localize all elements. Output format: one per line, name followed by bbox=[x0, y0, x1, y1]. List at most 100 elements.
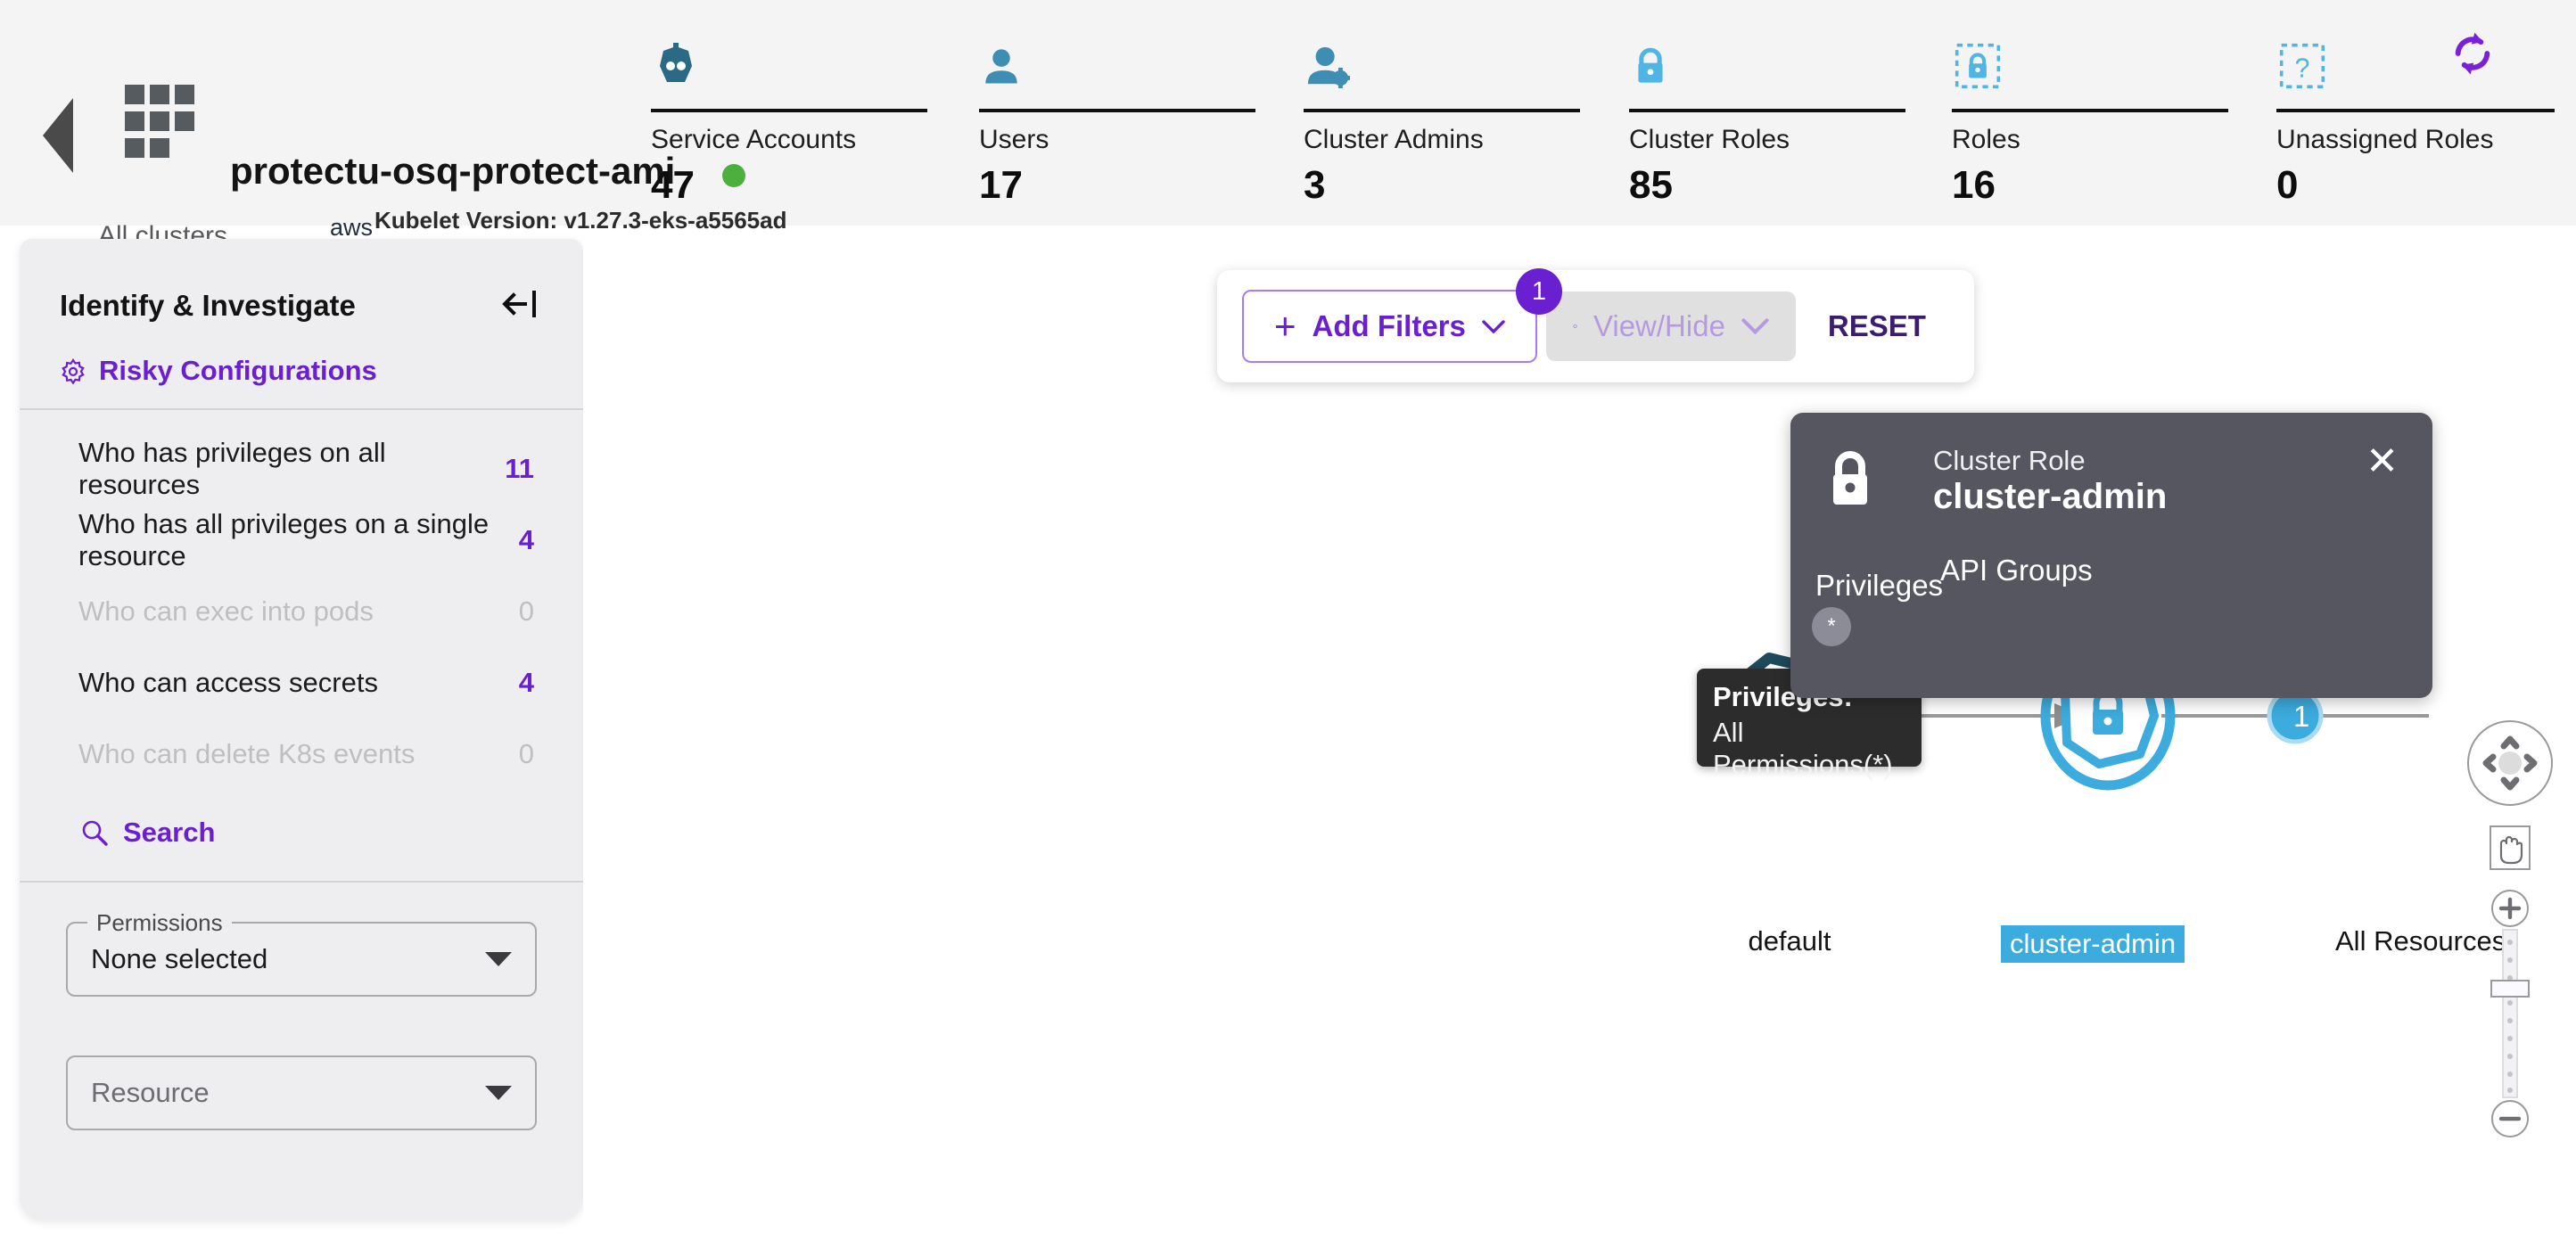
list-item-count: 0 bbox=[518, 738, 534, 769]
sidebar-item-delete-k8s-events[interactable]: Who can delete K8s events 0 bbox=[20, 719, 583, 790]
stat-label: Roles bbox=[1952, 125, 2020, 154]
sidebar-search-toggle[interactable]: Search bbox=[20, 790, 583, 881]
refresh-icon[interactable] bbox=[2448, 29, 2498, 78]
stat-value: 16 bbox=[1952, 163, 1996, 207]
lock-icon bbox=[1833, 451, 1867, 505]
list-item-label: Who can access secrets bbox=[78, 667, 378, 698]
svg-text:?: ? bbox=[2295, 53, 2310, 84]
info-panel-privileges-label: Privileges bbox=[1815, 569, 1944, 602]
sidebar-question-list: Who has privileges on all resources 11 W… bbox=[20, 410, 583, 790]
chevron-down-icon bbox=[1482, 319, 1505, 333]
risky-configurations-label: Risky Configurations bbox=[99, 355, 377, 386]
permissions-select[interactable]: Permissions None selected bbox=[66, 909, 537, 997]
chevron-down-icon bbox=[1741, 318, 1769, 334]
question-dashed-icon: ? bbox=[2279, 43, 2325, 89]
permissions-legend: Permissions bbox=[87, 909, 232, 937]
reset-button[interactable]: RESET bbox=[1805, 292, 1949, 361]
hand-tool-icon[interactable] bbox=[2490, 825, 2531, 870]
chevron-down-icon bbox=[485, 952, 512, 966]
stat-cluster-admins[interactable]: Cluster Admins 3 bbox=[1304, 0, 1629, 226]
zoom-in-button[interactable] bbox=[2491, 890, 2529, 927]
graph-node-label-default[interactable]: default bbox=[1714, 925, 1865, 957]
lock-dashed-icon bbox=[1955, 43, 2001, 89]
list-item-count: 0 bbox=[518, 595, 534, 627]
stat-roles[interactable]: Roles 16 bbox=[1952, 0, 2276, 226]
search-icon bbox=[82, 820, 108, 846]
search-label: Search bbox=[123, 817, 216, 848]
robot-icon bbox=[660, 43, 692, 82]
stat-label: Cluster Roles bbox=[1629, 125, 1790, 154]
stat-users[interactable]: Users 17 bbox=[979, 0, 1304, 226]
sidebar-filter-fields: Permissions None selected Resource bbox=[20, 883, 583, 1130]
stat-service-accounts[interactable]: Service Accounts 47 bbox=[651, 0, 979, 226]
add-filters-label: Add Filters bbox=[1312, 309, 1466, 342]
info-panel-api-group-chip: * bbox=[1812, 607, 1851, 646]
sidebar-item-access-secrets[interactable]: Who can access secrets 4 bbox=[20, 647, 583, 719]
list-item-count: 4 bbox=[518, 524, 534, 555]
sidebar-item-risky-configurations[interactable]: Risky Configurations bbox=[60, 355, 377, 387]
graph-node-label-cluster-admin[interactable]: cluster-admin bbox=[2001, 925, 2185, 963]
info-panel-kind: Cluster Role bbox=[1933, 445, 2086, 476]
sidebar: Identify & Investigate Risky Configurati… bbox=[20, 239, 583, 1219]
app-root: All clusters aws protectu-osq-protect-am… bbox=[0, 0, 2576, 1240]
stat-label: Users bbox=[979, 125, 1049, 154]
svg-text:aws: aws bbox=[330, 214, 373, 241]
stat-value: 17 bbox=[979, 163, 1023, 207]
info-panel: Cluster Role cluster-admin ✕ Privileges … bbox=[1790, 413, 2432, 698]
sidebar-item-all-privileges-single-resource[interactable]: Who has all privileges on a single resou… bbox=[20, 505, 583, 576]
graph-canvas[interactable]: default cluster-admin All Resources 1 bbox=[583, 239, 2576, 1240]
add-filters-button[interactable]: + Add Filters 1 bbox=[1242, 268, 1562, 363]
stat-label: Unassigned Roles bbox=[2276, 125, 2494, 154]
zoom-out-button[interactable] bbox=[2491, 1100, 2529, 1137]
zoom-track[interactable] bbox=[2490, 929, 2530, 1098]
sidebar-title: Identify & Investigate bbox=[60, 289, 356, 322]
stat-value: 0 bbox=[2276, 163, 2299, 207]
user-gear-icon bbox=[1307, 46, 1350, 88]
stat-value: 47 bbox=[651, 163, 695, 207]
stats-bar: Service Accounts 47 Users 17 Cluster Adm… bbox=[651, 0, 2576, 226]
graph-edge-badge-label: 1 bbox=[2292, 700, 2310, 733]
sidebar-header: Identify & Investigate Risky Configurati… bbox=[20, 239, 583, 408]
lock-icon bbox=[1638, 47, 1663, 83]
list-item-label: Who can exec into pods bbox=[78, 595, 374, 627]
graph-svg bbox=[1730, 641, 2429, 791]
stat-label: Service Accounts bbox=[651, 125, 857, 154]
stat-cluster-roles[interactable]: Cluster Roles 85 bbox=[1629, 0, 1952, 226]
top-bar: All clusters aws protectu-osq-protect-am… bbox=[0, 0, 2576, 266]
zoom-slider[interactable] bbox=[2483, 890, 2537, 1137]
back-triangle-icon[interactable] bbox=[43, 98, 73, 173]
info-panel-api-groups-label: API Groups bbox=[1940, 554, 2093, 587]
collapse-left-icon[interactable] bbox=[500, 283, 543, 324]
eye-icon bbox=[1573, 324, 1577, 329]
chevron-down-icon bbox=[485, 1086, 512, 1100]
close-icon[interactable]: ✕ bbox=[2366, 442, 2399, 481]
user-icon bbox=[985, 49, 1017, 84]
stat-value: 85 bbox=[1629, 163, 1673, 207]
list-item-label: Who has all privileges on a single resou… bbox=[78, 508, 490, 571]
list-item-count: 4 bbox=[518, 667, 534, 698]
zoom-controls bbox=[2467, 720, 2553, 1137]
gear-icon bbox=[62, 358, 85, 384]
plus-icon: + bbox=[1274, 305, 1296, 347]
info-panel-name: cluster-admin bbox=[1933, 477, 2168, 516]
zoom-slider-thumb[interactable] bbox=[2490, 980, 2530, 998]
pan-compass-icon[interactable] bbox=[2467, 720, 2553, 806]
sidebar-item-exec-into-pods[interactable]: Who can exec into pods 0 bbox=[20, 576, 583, 647]
view-hide-button[interactable]: View/Hide bbox=[1545, 292, 1796, 361]
list-item-label: Who can delete K8s events bbox=[78, 738, 416, 769]
filter-count-badge: 1 bbox=[1515, 268, 1562, 315]
tooltip-body: All Permissions(*) bbox=[1713, 717, 1893, 780]
page-title: protectu-osq-protect-ami bbox=[230, 150, 676, 192]
stat-label: Cluster Admins bbox=[1304, 125, 1484, 154]
sidebar-item-privileges-all-resources[interactable]: Who has privileges on all resources 11 bbox=[20, 433, 583, 505]
resource-select[interactable]: Resource bbox=[66, 1055, 537, 1130]
grid-icon[interactable] bbox=[125, 85, 196, 160]
list-item-count: 11 bbox=[505, 453, 534, 484]
view-hide-label: View/Hide bbox=[1593, 309, 1725, 342]
filter-toolbar: + Add Filters 1 View/Hide RESET bbox=[1217, 268, 1974, 382]
list-item-label: Who has privileges on all resources bbox=[78, 437, 386, 500]
stat-value: 3 bbox=[1304, 163, 1326, 207]
permissions-value: None selected bbox=[91, 943, 268, 974]
resource-placeholder: Resource bbox=[91, 1077, 210, 1108]
stat-unassigned-roles[interactable]: ? Unassigned Roles 0 bbox=[2276, 0, 2576, 226]
